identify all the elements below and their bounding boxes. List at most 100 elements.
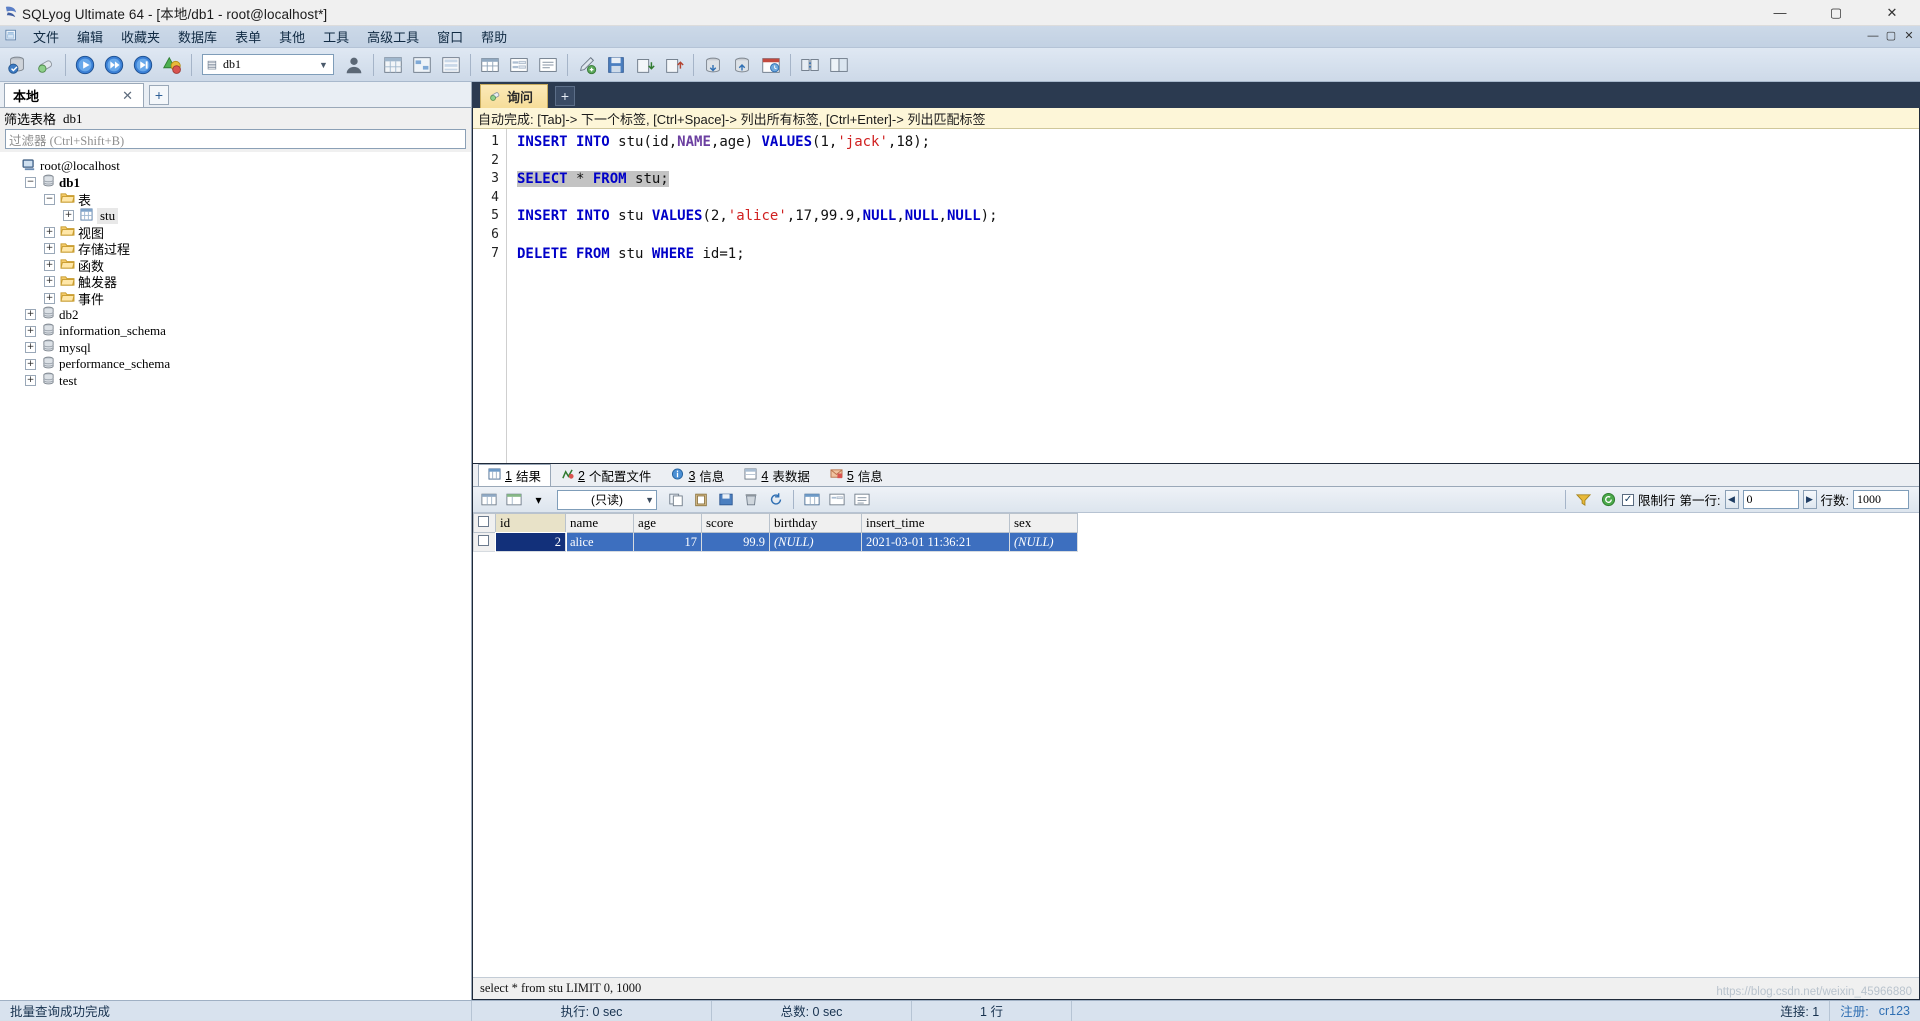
scheduler-icon[interactable]: [757, 51, 785, 79]
paste-row-icon[interactable]: [689, 489, 712, 510]
execute-query-icon[interactable]: [71, 51, 99, 79]
tree-node[interactable]: + mysql: [0, 340, 471, 357]
form-view-icon[interactable]: [825, 489, 848, 510]
query-builder-icon[interactable]: [408, 51, 436, 79]
table-row[interactable]: 2 alice 17 99.9 (NULL) 2021-03-01 11:36:21 (NU…: [473, 531, 1078, 553]
maximize-button[interactable]: ▢: [1808, 0, 1864, 26]
expand-icon[interactable]: +: [44, 276, 55, 288]
first-row-input[interactable]: 0: [1742, 490, 1799, 509]
execute-current-query-icon[interactable]: [129, 51, 157, 79]
sql-line[interactable]: INSERT INTO stu VALUES(2,'alice',17,99.9…: [517, 207, 1919, 226]
menu-item-window[interactable]: 窗口: [428, 26, 472, 47]
expand-icon[interactable]: +: [25, 309, 36, 321]
result-tab-表数据[interactable]: 4 表数据: [734, 464, 819, 486]
text-view-icon[interactable]: [850, 489, 873, 510]
filter-icon[interactable]: [1572, 489, 1595, 510]
add-connection-tab-button[interactable]: +: [149, 85, 169, 105]
column-header-insert_time[interactable]: insert_time: [861, 513, 1010, 533]
limit-rows-checkbox[interactable]: ✓: [1622, 493, 1635, 506]
tree-node[interactable]: + performance_schema: [0, 356, 471, 373]
table-diagnostics-icon[interactable]: [379, 51, 407, 79]
expand-icon[interactable]: +: [25, 325, 36, 337]
column-header-age[interactable]: age: [633, 513, 702, 533]
refresh-circle-icon[interactable]: [1597, 489, 1620, 510]
row-count-input[interactable]: 1000: [1853, 490, 1909, 509]
expand-icon[interactable]: +: [25, 375, 36, 387]
column-header-birthday[interactable]: birthday: [769, 513, 862, 533]
grid-view-icon[interactable]: [476, 51, 504, 79]
table-cell[interactable]: alice: [565, 532, 634, 552]
prev-page-button[interactable]: ◀: [1724, 490, 1739, 509]
collapse-icon[interactable]: −: [25, 177, 36, 189]
form-view-icon[interactable]: [505, 51, 533, 79]
menu-item-form[interactable]: 表单: [226, 26, 270, 47]
tree-node[interactable]: + 视图: [0, 224, 471, 241]
refresh-data-icon[interactable]: [764, 489, 787, 510]
tree-node[interactable]: + 触发器: [0, 274, 471, 290]
result-tab-信息[interactable]: 3 信息: [661, 464, 734, 486]
import-external-data-icon[interactable]: [631, 51, 659, 79]
object-tree[interactable]: root@localhost − db1− 表 + stu + 视图 + 存储过程 + 函数 + 触发器 +…: [0, 152, 471, 1000]
mdi-restore-button[interactable]: ▢: [1882, 26, 1900, 46]
grid-new-icon[interactable]: [502, 489, 525, 510]
tree-node[interactable]: + 事件: [0, 290, 471, 307]
expand-icon[interactable]: +: [44, 226, 55, 238]
tree-node[interactable]: + 函数: [0, 257, 471, 274]
add-query-tab-button[interactable]: +: [555, 86, 576, 106]
menu-item-tools[interactable]: 工具: [314, 26, 358, 47]
backup-database-icon[interactable]: [699, 51, 727, 79]
sql-line[interactable]: INSERT INTO stu(id,NAME,age) VALUES(1,'j…: [517, 133, 1919, 152]
sql-code-area[interactable]: INSERT INTO stu(id,NAME,age) VALUES(1,'j…: [507, 129, 1919, 463]
mdi-close-button[interactable]: ✕: [1900, 26, 1918, 46]
tree-node[interactable]: + db2: [0, 307, 471, 324]
menu-item-other[interactable]: 其他: [270, 26, 314, 47]
expand-icon[interactable]: +: [25, 342, 36, 354]
sql-line[interactable]: DELETE FROM stu WHERE id=1;: [517, 245, 1919, 264]
column-header-name[interactable]: name: [565, 513, 634, 533]
tree-node[interactable]: − 表: [0, 191, 471, 208]
menu-item-file[interactable]: 文件: [24, 26, 68, 47]
menu-item-help[interactable]: 帮助: [472, 26, 516, 47]
tree-node[interactable]: + 存储过程: [0, 241, 471, 257]
expand-icon[interactable]: +: [44, 292, 55, 304]
export-data-icon[interactable]: [660, 51, 688, 79]
sql-line[interactable]: [517, 189, 1919, 208]
sql-line[interactable]: [517, 226, 1919, 245]
chevron-down-icon[interactable]: ▾: [527, 489, 550, 510]
menu-item-favorites[interactable]: 收藏夹: [112, 26, 169, 47]
tree-node[interactable]: + information_schema: [0, 323, 471, 340]
grid-view-icon[interactable]: [800, 489, 823, 510]
mdi-minimize-button[interactable]: —: [1864, 26, 1882, 46]
save-query-icon[interactable]: [602, 51, 630, 79]
select-all-cell[interactable]: [473, 513, 496, 533]
sync-data-icon[interactable]: [796, 51, 824, 79]
row-select-cell[interactable]: [473, 532, 496, 552]
row-checkbox[interactable]: [478, 534, 489, 546]
connection-tab-local[interactable]: 本地 ✕: [4, 83, 144, 107]
column-header-score[interactable]: score: [701, 513, 770, 533]
table-cell[interactable]: (NULL): [769, 532, 862, 552]
menu-item-powertools[interactable]: 高级工具: [358, 26, 428, 47]
new-query-tab-icon[interactable]: [573, 51, 601, 79]
grid-refresh-icon[interactable]: [477, 489, 500, 510]
tree-node[interactable]: root@localhost: [0, 158, 471, 175]
chevron-down-icon[interactable]: ▼: [316, 60, 331, 70]
expand-icon[interactable]: +: [63, 210, 74, 222]
new-connection-icon[interactable]: [3, 51, 31, 79]
result-tab-结果[interactable]: 1 结果: [478, 464, 551, 486]
grid-mode-select[interactable]: (只读) ▼: [557, 489, 657, 510]
database-select[interactable]: ▤ db1 ▼: [202, 54, 334, 75]
tree-node[interactable]: + stu: [0, 207, 471, 225]
table-cell[interactable]: (NULL): [1009, 532, 1078, 552]
expand-icon[interactable]: +: [44, 243, 55, 255]
minimize-button[interactable]: —: [1752, 0, 1808, 26]
filter-input[interactable]: 过滤器 (Ctrl+Shift+B): [5, 129, 466, 149]
result-tab-个配置文件[interactable]: 2 个配置文件: [551, 464, 661, 486]
close-icon[interactable]: ✕: [116, 88, 139, 104]
select-all-checkbox[interactable]: [478, 516, 489, 527]
restore-database-icon[interactable]: [728, 51, 756, 79]
table-cell[interactable]: 2021-03-01 11:36:21: [861, 532, 1010, 552]
menu-item-database[interactable]: 数据库: [169, 26, 226, 47]
next-page-button[interactable]: ▶: [1802, 490, 1817, 509]
expand-icon[interactable]: +: [44, 259, 55, 271]
